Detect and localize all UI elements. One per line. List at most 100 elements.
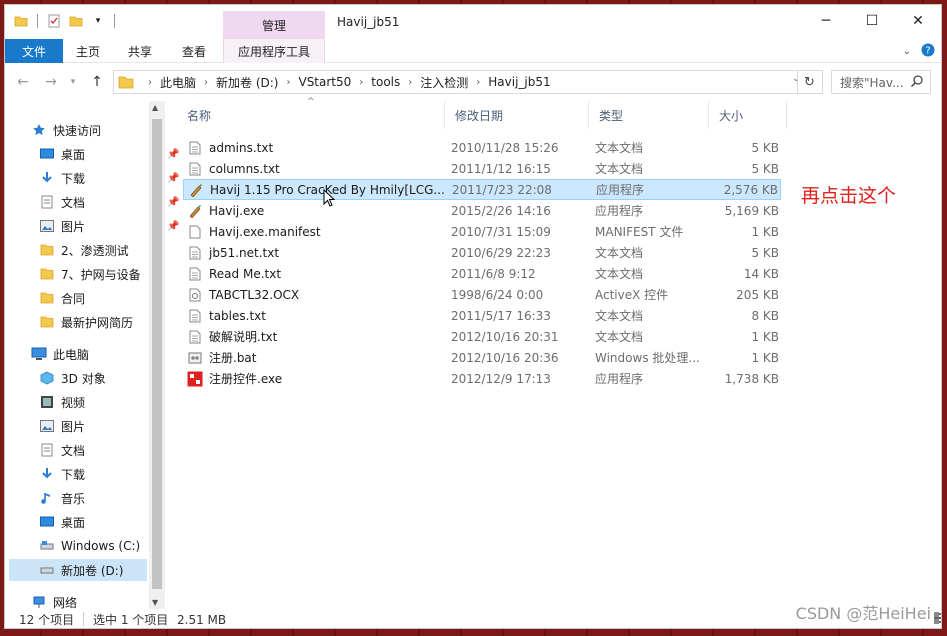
expand-ribbon-icon[interactable]: ⌄ xyxy=(903,46,911,57)
breadcrumb-tools[interactable]: tools xyxy=(371,75,400,89)
file-name[interactable]: columns.txt xyxy=(187,161,280,177)
sidebar-item-videos[interactable]: 视频 xyxy=(39,391,85,413)
file-row[interactable]: TABCTL32.OCX 1998/6/24 0:00 ActiveX 控件 205 … xyxy=(183,284,781,305)
sidebar-item-pictures[interactable]: 图片 📌 xyxy=(39,215,179,237)
sidebar-item-pentest[interactable]: 2、渗透测试 xyxy=(39,239,129,261)
column-header-type[interactable]: 类型 xyxy=(589,101,709,129)
breadcrumb-drive-d[interactable]: 新加卷 (D:) xyxy=(216,74,278,91)
file-row[interactable]: columns.txt 2011/1/12 16:15 文本文档 5 KB xyxy=(183,158,781,179)
recent-locations-icon[interactable]: ▾ xyxy=(63,72,83,92)
context-tab-manage[interactable]: 管理 xyxy=(223,11,325,39)
ribbon-controls: ⌄ ? xyxy=(903,43,935,60)
file-row[interactable]: admins.txt 2010/11/28 15:26 文本文档 5 KB xyxy=(183,137,781,158)
breadcrumb-chevron-icon[interactable]: › xyxy=(148,77,152,88)
ribbon-tabs: 文件 主页 共享 查看 应用程序工具 ⌄ ? xyxy=(5,39,941,63)
up-arrow-icon[interactable]: ↑ xyxy=(87,72,107,92)
column-header-name[interactable]: 名称 xyxy=(177,101,445,129)
sidebar-item-quick-access[interactable]: 快速访问 xyxy=(31,119,101,141)
sidebar-item-desktop[interactable]: 桌面 📌 xyxy=(39,143,179,165)
sidebar-item-drive-d[interactable]: 新加卷 (D:) xyxy=(9,559,147,581)
file-name[interactable]: 注册控件.exe xyxy=(187,370,282,387)
file-row[interactable]: tables.txt 2011/5/17 16:33 文本文档 8 KB xyxy=(183,305,781,326)
sidebar-item-documents-pc[interactable]: 文档 xyxy=(39,439,85,461)
breadcrumb-chevron-icon[interactable]: › xyxy=(204,77,208,88)
new-folder-icon[interactable] xyxy=(68,13,84,29)
file-name[interactable]: 破解说明.txt xyxy=(187,328,277,345)
file-row[interactable]: 破解说明.txt 2012/10/16 20:31 文本文档 1 KB xyxy=(183,326,781,347)
file-size: 2,576 KB xyxy=(723,182,778,197)
file-name[interactable]: jb51.net.txt xyxy=(187,245,279,261)
3d-objects-icon xyxy=(39,370,55,386)
file-date: 2010/11/28 15:26 xyxy=(451,140,559,155)
havij-app-icon xyxy=(187,203,203,219)
file-name[interactable]: Havij.exe.manifest xyxy=(187,224,321,240)
sidebar-item-label: 图片 xyxy=(61,219,86,234)
forward-arrow-icon[interactable]: → xyxy=(41,72,61,92)
minimize-button[interactable]: ─ xyxy=(803,5,849,37)
breadcrumb-chevron-icon[interactable]: › xyxy=(359,77,363,88)
file-name[interactable]: Havij.exe xyxy=(187,203,264,219)
sidebar-item-contract[interactable]: 合同 xyxy=(39,287,85,309)
breadcrumb-havij-jb51[interactable]: Havij_jb51 xyxy=(488,75,550,89)
tab-home[interactable]: 主页 xyxy=(63,39,113,63)
close-button[interactable]: ✕ xyxy=(895,5,941,37)
search-icon[interactable] xyxy=(910,74,924,91)
column-header-date[interactable]: 修改日期 xyxy=(445,101,589,129)
sidebar-item-3d-objects[interactable]: 3D 对象 xyxy=(39,367,106,389)
file-row[interactable]: 注册.bat 2012/10/16 20:36 Windows 批处理... 1 KB xyxy=(183,347,781,368)
file-row[interactable]: Read Me.txt 2011/6/8 9:12 文本文档 14 KB xyxy=(183,263,781,284)
scrollbar-thumb[interactable] xyxy=(152,119,162,589)
file-row[interactable]: 注册控件.exe 2012/12/9 17:13 应用程序 1,738 KB xyxy=(183,368,781,389)
tab-application-tools[interactable]: 应用程序工具 xyxy=(223,39,325,63)
file-name[interactable]: admins.txt xyxy=(187,140,273,156)
sidebar-item-resume[interactable]: 最新护网简历 xyxy=(39,311,133,333)
maximize-button[interactable]: ☐ xyxy=(849,5,895,37)
back-arrow-icon[interactable]: ← xyxy=(13,72,33,92)
sidebar-item-music[interactable]: 音乐 xyxy=(39,487,85,509)
breadcrumb-chevron-icon[interactable]: › xyxy=(408,77,412,88)
scroll-up-icon[interactable]: ▲ xyxy=(152,103,158,112)
refresh-icon[interactable]: ↻ xyxy=(797,70,821,94)
sidebar-item-pictures-pc[interactable]: 图片 xyxy=(39,415,85,437)
sidebar-item-label: 最新护网简历 xyxy=(61,315,134,330)
sidebar-item-drive-c[interactable]: Windows (C:) xyxy=(39,535,140,557)
file-row[interactable]: Havij.exe.manifest 2010/7/31 15:09 MANIFES… xyxy=(183,221,781,242)
file-name[interactable]: TABCTL32.OCX xyxy=(187,287,299,303)
file-name[interactable]: tables.txt xyxy=(187,308,266,324)
file-row[interactable]: Havij.exe 2015/2/26 14:16 应用程序 5,169 KB xyxy=(183,200,781,221)
help-icon[interactable]: ? xyxy=(921,43,935,60)
column-header-size[interactable]: 大小 xyxy=(709,101,787,129)
breadcrumb-this-pc[interactable]: 此电脑 xyxy=(160,74,196,91)
search-input[interactable]: 搜索"Hav... xyxy=(831,70,931,94)
file-name[interactable]: 注册.bat xyxy=(187,349,257,366)
tab-view[interactable]: 查看 xyxy=(169,39,219,63)
register-app-icon xyxy=(187,371,203,387)
customize-toolbar-icon[interactable]: ▾ xyxy=(90,13,106,29)
file-name[interactable]: Read Me.txt xyxy=(187,266,281,282)
file-size: 5 KB xyxy=(751,140,779,155)
file-name[interactable]: Havij 1.15 Pro CracKed By Hmily[LCG... xyxy=(188,182,445,198)
file-row[interactable]: jb51.net.txt 2010/6/29 22:23 文本文档 5 KB xyxy=(183,242,781,263)
tab-share[interactable]: 共享 xyxy=(115,39,165,63)
sidebar-scrollbar[interactable]: ▲ ▼ xyxy=(149,101,165,609)
sidebar-item-downloads[interactable]: 下载 📌 xyxy=(39,167,179,189)
sidebar-item-this-pc[interactable]: 此电脑 xyxy=(31,343,89,365)
tab-file[interactable]: 文件 xyxy=(5,39,63,63)
breadcrumb-chevron-icon[interactable]: › xyxy=(286,77,290,88)
sidebar-item-desktop-pc[interactable]: 桌面 xyxy=(39,511,85,533)
sidebar-item-documents[interactable]: 文档 📌 xyxy=(39,191,179,213)
address-bar[interactable]: › 此电脑 › 新加卷 (D:) › VStart50 › tools › 注入… xyxy=(113,70,823,94)
file-row[interactable]: Havij 1.15 Pro CracKed By Hmily[LCG... 20… xyxy=(183,179,781,200)
sidebar-item-downloads-pc[interactable]: 下载 xyxy=(39,463,85,485)
status-selected-size: 2.51 MB xyxy=(177,612,227,627)
breadcrumb-chevron-icon[interactable]: › xyxy=(476,77,480,88)
large-icons-view-icon[interactable] xyxy=(933,611,941,628)
file-date: 2011/6/8 9:12 xyxy=(451,266,536,281)
breadcrumb-injection[interactable]: 注入检测 xyxy=(420,74,468,91)
breadcrumb-vstart50[interactable]: VStart50 xyxy=(298,75,351,89)
picture-icon xyxy=(39,418,55,434)
properties-icon[interactable] xyxy=(46,13,62,29)
scroll-down-icon[interactable]: ▼ xyxy=(152,598,158,607)
file-type: 应用程序 xyxy=(596,183,645,197)
sidebar-item-hw-devices[interactable]: 7、护网与设备 xyxy=(39,263,141,285)
